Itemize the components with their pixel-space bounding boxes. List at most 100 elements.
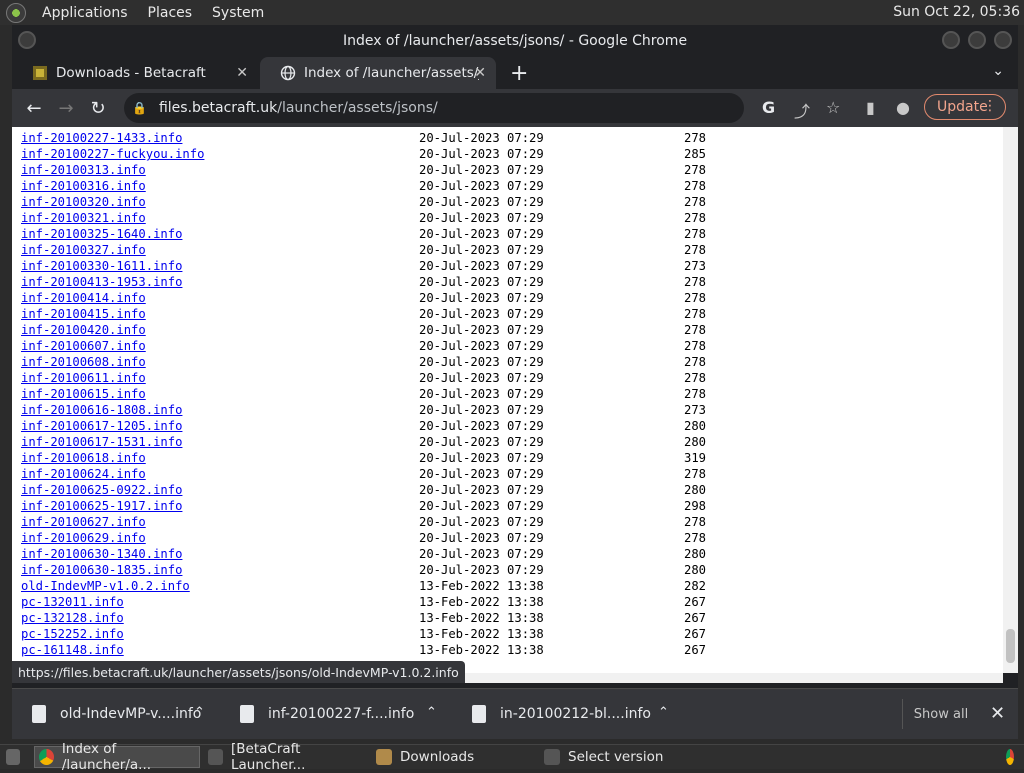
file-link[interactable]: inf-20100313.info [21, 162, 146, 178]
chevron-up-icon[interactable]: ⌃ [658, 705, 669, 720]
file-link[interactable]: inf-20100624.info [21, 466, 146, 482]
file-link[interactable]: inf-20100413-1953.info [21, 274, 182, 290]
file-size: 278 [684, 387, 707, 401]
file-link[interactable]: inf-20100616-1808.info [21, 402, 182, 418]
taskbar: Index of /launcher/a... [BetaCraft Launc… [0, 741, 1024, 773]
forward-arrow-icon[interactable]: → [52, 94, 80, 122]
file-link[interactable]: inf-20100611.info [21, 370, 146, 386]
file-link[interactable]: inf-20100330-1611.info [21, 258, 182, 274]
places-menu[interactable]: Places [138, 5, 203, 21]
maximize-icon[interactable] [968, 31, 986, 49]
back-arrow-icon[interactable]: ← [20, 94, 48, 122]
system-menu[interactable]: System [202, 5, 274, 21]
file-date: 20-Jul-2023 07:29 [419, 147, 544, 161]
file-link[interactable]: inf-20100227-1433.info [21, 130, 182, 146]
file-link[interactable]: inf-20100608.info [21, 354, 146, 370]
show-all-button[interactable]: Show all [902, 699, 979, 729]
file-link[interactable]: inf-20100607.info [21, 338, 146, 354]
lock-icon[interactable]: 🔒 [132, 101, 147, 115]
task-select-version[interactable]: Select version [540, 746, 706, 768]
listing-row: inf-20100616-1808.info 20-Jul-2023 07:29 2… [21, 402, 1003, 418]
file-link[interactable]: inf-20100320.info [21, 194, 146, 210]
task-downloads-folder[interactable]: Downloads [372, 746, 538, 768]
vertical-scrollbar[interactable] [1003, 127, 1018, 673]
file-link[interactable]: old-IndevMP-v1.0.2.info [21, 578, 190, 594]
listing-row: inf-20100608.info 20-Jul-2023 07:29 278 [21, 354, 1003, 370]
file-link[interactable]: inf-20100420.info [21, 322, 146, 338]
address-bar[interactable]: 🔒 files.betacraft.uk/launcher/assets/jso… [124, 93, 744, 123]
close-window-icon[interactable] [994, 31, 1012, 49]
file-link[interactable]: inf-20100414.info [21, 290, 146, 306]
file-link[interactable]: inf-20100615.info [21, 386, 146, 402]
directory-listing: inf-20100227-1433.info 20-Jul-2023 07:29 2… [12, 127, 1003, 658]
reload-icon[interactable]: ↻ [84, 94, 112, 122]
share-icon[interactable]: ⤴ [794, 98, 810, 122]
file-size: 278 [684, 195, 707, 209]
file-date: 20-Jul-2023 07:29 [419, 435, 544, 449]
file-link[interactable]: inf-20100327.info [21, 242, 146, 258]
task-chrome-window[interactable]: Index of /launcher/a... [34, 741, 200, 773]
profile-avatar-icon[interactable]: ● [896, 98, 910, 117]
scrollbar-thumb[interactable] [1006, 629, 1015, 663]
show-desktop-icon[interactable] [2, 746, 28, 768]
file-date: 20-Jul-2023 07:29 [419, 547, 544, 561]
window-menu-icon[interactable] [18, 31, 36, 49]
file-link[interactable]: inf-20100617-1531.info [21, 434, 182, 450]
file-link[interactable]: pc-161148.info [21, 642, 124, 658]
file-size: 278 [684, 515, 707, 529]
file-date: 20-Jul-2023 07:29 [419, 563, 544, 577]
close-shelf-icon[interactable]: ✕ [990, 703, 1005, 724]
listing-row: inf-20100320.info 20-Jul-2023 07:29 278 [21, 194, 1003, 210]
chrome-tray-icon[interactable] [1002, 746, 1022, 768]
file-link[interactable]: inf-20100321.info [21, 210, 146, 226]
file-size: 278 [684, 163, 707, 177]
task-betacraft-launcher[interactable]: [BetaCraft Launcher... [204, 741, 370, 773]
google-lens-icon[interactable]: G [762, 98, 775, 117]
chevron-up-icon[interactable]: ⌃ [194, 705, 205, 720]
betacraft-favicon-icon [33, 66, 47, 80]
file-link[interactable]: inf-20100625-1917.info [21, 498, 182, 514]
minimize-icon[interactable] [942, 31, 960, 49]
update-label: Update [937, 99, 988, 115]
file-link[interactable]: inf-20100325-1640.info [21, 226, 182, 242]
update-button[interactable]: Update ⋮ [924, 94, 1006, 120]
file-link[interactable]: inf-20100630-1835.info [21, 562, 182, 578]
listing-row: inf-20100617-1205.info 20-Jul-2023 07:29 2… [21, 418, 1003, 434]
panel-clock[interactable]: Sun Oct 22, 05:36 [893, 4, 1020, 20]
file-size: 278 [684, 323, 707, 337]
close-tab-icon[interactable]: ✕ [236, 65, 248, 81]
file-size: 278 [684, 371, 707, 385]
file-link[interactable]: inf-20100618.info [21, 450, 146, 466]
file-link[interactable]: pc-132011.info [21, 594, 124, 610]
file-link[interactable]: inf-20100415.info [21, 306, 146, 322]
file-link[interactable]: inf-20100625-0922.info [21, 482, 182, 498]
tab-downloads-betacraft[interactable]: Downloads - Betacraft ✕ [12, 57, 258, 89]
chevron-up-icon[interactable]: ⌃ [426, 705, 437, 720]
side-panel-icon[interactable]: ▮ [866, 98, 875, 117]
file-link[interactable]: pc-152252.info [21, 626, 124, 642]
file-link[interactable]: inf-20100316.info [21, 178, 146, 194]
bookmark-star-icon[interactable]: ☆ [826, 98, 840, 117]
tab-search-chevron-icon[interactable]: ⌄ [992, 63, 1004, 79]
file-link[interactable]: inf-20100627.info [21, 514, 146, 530]
new-tab-plus-icon[interactable]: + [510, 61, 528, 86]
file-link[interactable]: pc-132128.info [21, 610, 124, 626]
window-titlebar[interactable]: Index of /launcher/assets/jsons/ - Googl… [12, 25, 1018, 57]
download-item[interactable]: inf-20100227-f....info ⌃ [240, 689, 460, 739]
applications-menu[interactable]: Applications [32, 5, 138, 21]
file-size: 278 [684, 243, 707, 257]
file-link[interactable]: inf-20100629.info [21, 530, 146, 546]
file-date: 20-Jul-2023 07:29 [419, 403, 544, 417]
tab-label: Downloads - Betacraft [56, 65, 206, 81]
chrome-icon [39, 749, 54, 765]
download-item[interactable]: in-20100212-bl....info ⌃ [472, 689, 692, 739]
tab-index-jsons[interactable]: Index of /launcher/assets/jsons ✕ [260, 57, 496, 89]
file-link[interactable]: inf-20100630-1340.info [21, 546, 182, 562]
distro-logo-icon[interactable] [6, 2, 26, 23]
file-date: 20-Jul-2023 07:29 [419, 227, 544, 241]
kebab-menu-icon[interactable]: ⋮ [983, 98, 997, 114]
file-link[interactable]: inf-20100227-fuckyou.info [21, 146, 204, 162]
download-item[interactable]: old-IndevMP-v....info ⌃ [32, 689, 232, 739]
file-link[interactable]: inf-20100617-1205.info [21, 418, 182, 434]
close-tab-icon[interactable]: ✕ [474, 65, 486, 81]
